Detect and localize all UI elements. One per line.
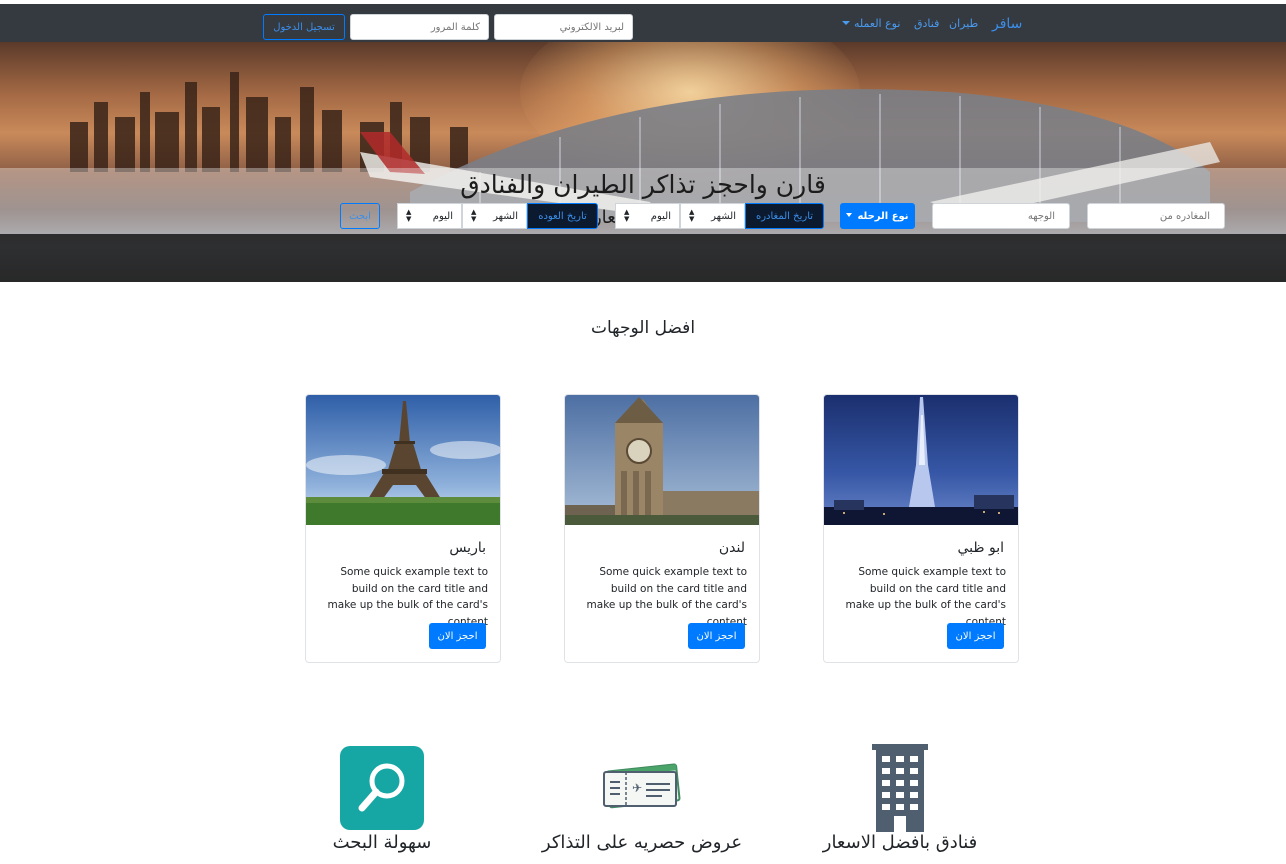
big-ben-photo [565, 395, 759, 525]
return-day-label: اليوم [432, 210, 453, 222]
select-arrows-icon: ▲ ▼ [689, 208, 695, 223]
currency-dropdown[interactable]: نوع العمله [842, 17, 900, 30]
password-field[interactable] [350, 14, 489, 40]
burj-khalifa-photo [824, 395, 1018, 525]
select-arrows-icon: ▲ ▼ [406, 208, 412, 223]
currency-dropdown-label: نوع العمله [854, 17, 901, 30]
feature-label-search: سهولة البحث [332, 832, 432, 853]
return-day-select[interactable]: اليوم ▲ ▼ [397, 203, 462, 229]
departure-date-label: تاريخ المغادره [745, 203, 824, 229]
search-button[interactable]: ابحث [340, 203, 380, 229]
search-magnifier-icon [340, 746, 424, 830]
return-date-group: اليوم ▲ ▼ الشهر ▲ ▼ تاريخ العوده [397, 203, 598, 229]
select-arrows-icon: ▲ ▼ [624, 208, 630, 223]
trip-type-dropdown[interactable]: نوع الرحله [840, 203, 915, 229]
departure-day-label: اليوم [650, 210, 671, 222]
email-field[interactable] [494, 14, 633, 40]
card-text: Some quick example text to build on the … [327, 566, 488, 628]
destinations-title: افضل الوجهات [590, 318, 696, 338]
destination-card-london: لندن Some quick example text to build on… [564, 394, 760, 663]
destination-card-paris: باريس Some quick example text to build o… [305, 394, 501, 663]
return-month-label: الشهر [493, 210, 518, 222]
card-text: Some quick example text to build on the … [845, 566, 1006, 628]
hero-banner: قارن واحجز تذاكر الطيران والفنادق بافضل … [0, 42, 1286, 282]
feature-label-hotels: فنادق بافضل الاسعار [822, 832, 978, 853]
svg-text:✈: ✈ [632, 781, 642, 795]
hero-title: قارن واحجز تذاكر الطيران والفنادق [460, 170, 826, 199]
top-navbar: سافر طيران فنادق نوع العمله تسجيل الدخول [0, 4, 1286, 42]
feature-label-tickets: عروض حصريه على التذاكر [541, 832, 743, 853]
eiffel-tower-photo [306, 395, 500, 525]
brand-link[interactable]: سافر [992, 16, 1022, 32]
departure-month-label: الشهر [711, 210, 736, 222]
destination-input[interactable] [932, 203, 1070, 229]
chevron-down-icon [846, 212, 853, 217]
departure-date-group: اليوم ▲ ▼ الشهر ▲ ▼ تاريخ المغادره [615, 203, 824, 229]
book-now-button[interactable]: احجز الان [688, 623, 745, 649]
flight-tickets-icon: ✈ [603, 763, 681, 809]
book-now-button[interactable]: احجز الان [947, 623, 1004, 649]
hotel-building-icon [872, 744, 928, 832]
card-title: لندن [718, 540, 745, 556]
select-arrows-icon: ▲ ▼ [471, 208, 477, 223]
departure-city-input[interactable] [1087, 203, 1225, 229]
login-button[interactable]: تسجيل الدخول [263, 14, 345, 40]
nav-link-flights[interactable]: طيران [949, 17, 978, 30]
return-date-label: تاريخ العوده [527, 203, 598, 229]
search-bar-background [0, 234, 1286, 282]
book-now-button[interactable]: احجز الان [429, 623, 486, 649]
chevron-down-icon [842, 21, 850, 25]
nav-link-hotels[interactable]: فنادق [914, 17, 939, 30]
trip-type-label: نوع الرحله [857, 210, 909, 222]
departure-month-select[interactable]: الشهر ▲ ▼ [680, 203, 745, 229]
departure-day-select[interactable]: اليوم ▲ ▼ [615, 203, 680, 229]
return-month-select[interactable]: الشهر ▲ ▼ [462, 203, 527, 229]
card-text: Some quick example text to build on the … [586, 566, 747, 628]
card-title: ابو ظبي [957, 540, 1004, 556]
destination-card-abu-dhabi: ابو ظبي Some quick example text to build… [823, 394, 1019, 663]
card-title: باريس [449, 540, 486, 556]
